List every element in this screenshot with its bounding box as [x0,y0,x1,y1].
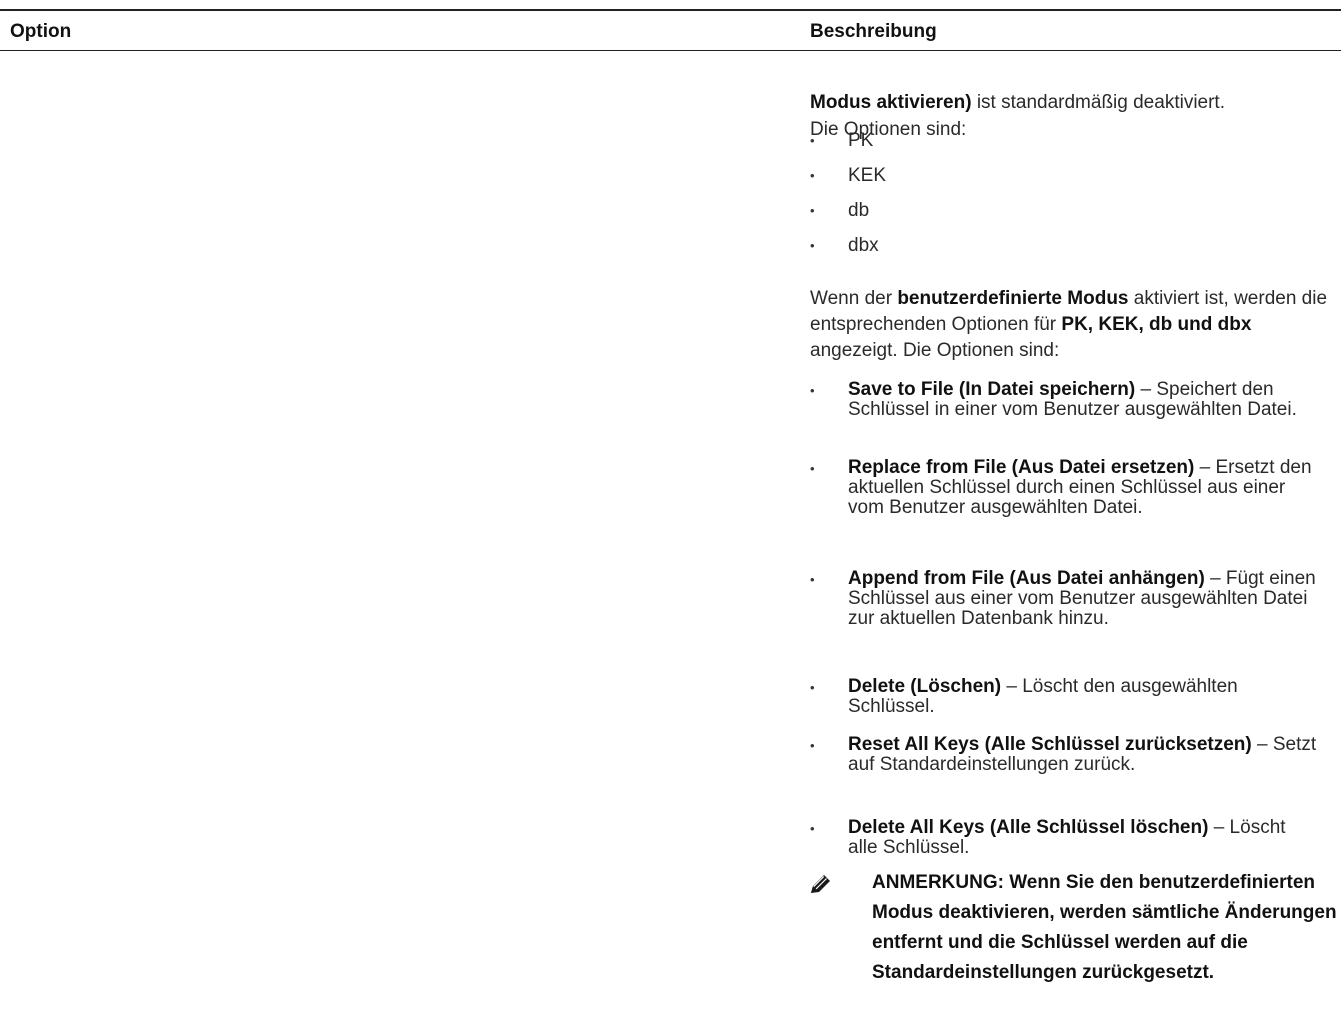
table-header-rule [0,50,1341,51]
action-description: Delete All Keys (Alle Schlüssel löschen)… [848,818,1318,858]
bullet-dot: • [810,680,815,695]
action-name: Delete (Löschen) [848,676,1002,697]
bullet-dot: • [810,572,815,587]
bullet-dot: • [810,168,815,183]
pencil-icon [810,874,832,894]
action-name: Reset All Keys (Alle Schlüssel zurückset… [848,734,1252,755]
note-text: ANMERKUNG: Wenn Sie den benutzerdefinier… [872,872,1337,983]
custom-bold-2: PK, KEK, db und dbx [1061,314,1252,335]
bullet-dot: • [810,133,815,148]
intro-paragraph: Modus aktivieren) ist standardmäßig deak… [810,90,1340,116]
action-description: Replace from File (Aus Datei ersetzen) –… [848,458,1318,518]
bullet-dot: • [810,383,815,398]
custom-text-1: Wenn der [810,288,898,309]
action-description: Append from File (Aus Datei anhängen) – … [848,569,1318,629]
bullet-dot: • [810,203,815,218]
bullet-dot: • [810,238,815,253]
intro-bold: Modus aktivieren) [810,92,972,113]
action-description: Delete (Löschen) – Löscht den ausgewählt… [848,677,1318,717]
custom-mode-paragraph: Wenn der benutzerdefinierte Modus aktivi… [810,286,1335,364]
key-option: PK [848,130,874,151]
action-name: Save to File (In Datei speichern) [848,379,1136,400]
bullet-dot: • [810,821,815,836]
bullet-dot: • [810,738,815,753]
action-description: Save to File (In Datei speichern) – Spei… [848,380,1318,420]
action-name: Append from File (Aus Datei anhängen) [848,568,1205,589]
action-name: Replace from File (Aus Datei ersetzen) [848,457,1195,478]
column-header-description: Beschreibung [810,21,937,42]
bullet-dot: • [810,461,815,476]
custom-text-3: angezeigt. Die Optionen sind: [810,340,1060,361]
table-top-rule [0,9,1341,11]
action-description: Reset All Keys (Alle Schlüssel zurückset… [848,735,1318,775]
key-option: KEK [848,165,887,186]
action-name: Delete All Keys (Alle Schlüssel löschen) [848,817,1209,838]
column-header-option: Option [10,21,72,42]
intro-text: ist standardmäßig deaktiviert. [971,92,1225,113]
custom-bold-1: benutzerdefinierte Modus [897,288,1129,309]
key-option: db [848,200,870,221]
key-option: dbx [848,235,879,256]
